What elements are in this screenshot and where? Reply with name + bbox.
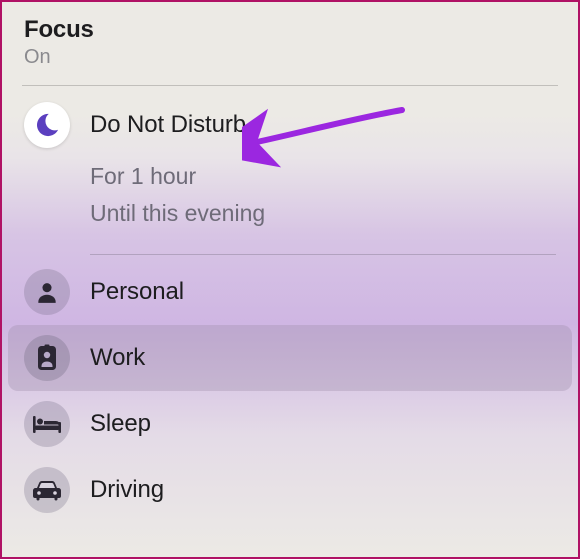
person-icon [24, 269, 70, 315]
dnd-option-for-1-hour[interactable]: For 1 hour [90, 158, 554, 195]
mode-label: Work [90, 344, 145, 372]
mode-row-driving[interactable]: Driving [2, 457, 578, 523]
dnd-option-until-evening[interactable]: Until this evening [90, 195, 554, 232]
focus-mode-list: Do Not Disturb For 1 hour Until this eve… [2, 86, 578, 523]
mode-label: Do Not Disturb [90, 111, 246, 139]
mode-row-sleep[interactable]: Sleep [2, 391, 578, 457]
dnd-sub-divider [90, 254, 556, 255]
mode-row-do-not-disturb[interactable]: Do Not Disturb [2, 92, 578, 158]
dnd-sub-options: For 1 hour Until this evening [2, 158, 578, 244]
mode-row-work[interactable]: Work [8, 325, 572, 391]
mode-row-personal[interactable]: Personal [2, 259, 578, 325]
panel-status: On [24, 46, 556, 69]
mode-label: Driving [90, 476, 164, 504]
bed-icon [24, 401, 70, 447]
focus-panel: Focus On Do Not Disturb For 1 hour Until… [0, 0, 580, 559]
id-badge-icon [24, 335, 70, 381]
car-icon [24, 467, 70, 513]
panel-header: Focus On [2, 2, 578, 79]
mode-label: Personal [90, 278, 184, 306]
mode-label: Sleep [90, 410, 151, 438]
moon-icon [24, 102, 70, 148]
panel-title: Focus [24, 16, 556, 44]
